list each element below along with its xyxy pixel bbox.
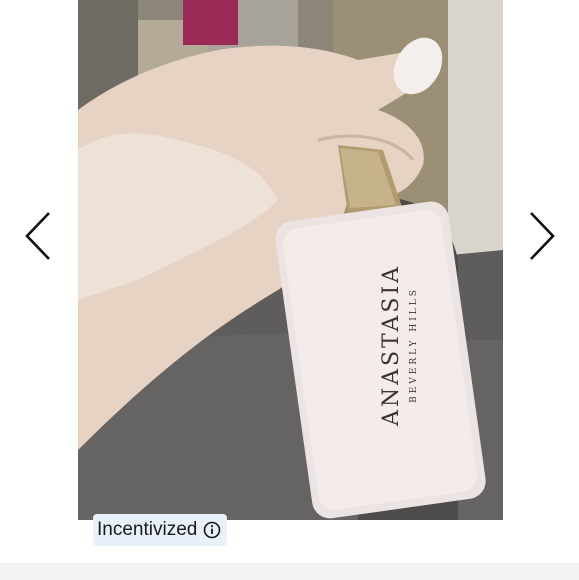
bottle-brand-sub: BEVERLY HILLS (409, 287, 419, 403)
incentivized-label: Incentivized (97, 519, 198, 540)
chevron-left-icon (25, 212, 50, 260)
info-icon[interactable] (203, 521, 221, 539)
incentivized-badge[interactable]: Incentivized (93, 514, 228, 546)
chevron-right-icon (530, 212, 555, 260)
next-photo-button[interactable] (522, 210, 562, 262)
bottle-brand-name: ANASTASIA (379, 264, 404, 427)
previous-photo-button[interactable] (18, 210, 58, 262)
review-photo-image: ANASTASIA BEVERLY HILLS (78, 0, 503, 520)
bottom-divider (0, 563, 579, 580)
review-photo[interactable]: ANASTASIA BEVERLY HILLS (78, 0, 503, 520)
